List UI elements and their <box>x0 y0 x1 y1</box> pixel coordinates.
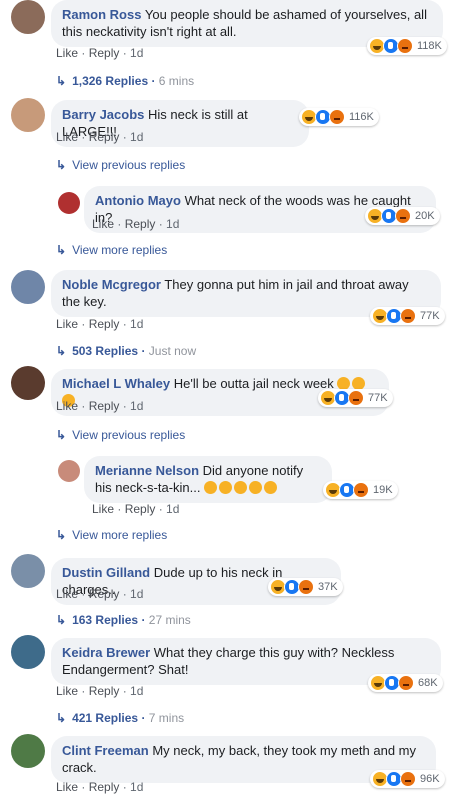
replies-link[interactable]: ↳ 421 Replies · 7 mins <box>56 711 184 725</box>
angry-icon <box>397 38 413 54</box>
commenter-name[interactable]: Keidra Brewer <box>62 645 150 660</box>
replies-link[interactable]: ↳ 163 Replies · 27 mins <box>56 613 191 627</box>
avatar[interactable] <box>58 192 80 214</box>
laughing-emoji-icon <box>219 481 233 494</box>
timestamp[interactable]: 1d <box>130 587 143 601</box>
reactions-badge[interactable]: 118K <box>367 37 447 55</box>
timestamp[interactable]: 1d <box>166 217 179 231</box>
reply-link[interactable]: Reply <box>125 217 156 231</box>
avatar[interactable] <box>11 0 45 34</box>
comment-actions: Like · Reply · 1d <box>56 684 144 698</box>
avatar[interactable] <box>11 366 45 400</box>
timestamp[interactable]: 1d <box>130 317 143 331</box>
reactions-badge[interactable]: 37K <box>268 578 343 596</box>
angry-icon <box>400 308 416 324</box>
comment-actions: Like · Reply · 1d <box>56 780 144 794</box>
angry-icon <box>298 579 314 595</box>
comment-actions: Like · Reply · 1d <box>92 502 180 516</box>
angry-icon <box>400 771 416 787</box>
timestamp[interactable]: 1d <box>166 502 179 516</box>
reply-arrow-icon: ↳ <box>56 528 67 542</box>
reply-arrow-icon: ↳ <box>56 74 67 88</box>
avatar[interactable] <box>11 734 45 768</box>
reply-arrow-icon: ↳ <box>56 344 67 358</box>
like-link[interactable]: Like <box>92 502 114 516</box>
timestamp[interactable]: 1d <box>130 46 143 60</box>
reactions-badge[interactable]: 116K <box>299 108 379 126</box>
commenter-name[interactable]: Michael L Whaley <box>62 376 170 391</box>
like-link[interactable]: Like <box>56 46 78 60</box>
view-previous-replies-link[interactable]: ↳ View previous replies <box>56 428 185 442</box>
like-link[interactable]: Like <box>56 587 78 601</box>
reactions-badge[interactable]: 96K <box>370 770 445 788</box>
like-link[interactable]: Like <box>92 217 114 231</box>
commenter-name[interactable]: Antonio Mayo <box>95 193 181 208</box>
view-more-replies-link[interactable]: ↳ View more replies <box>56 243 167 257</box>
like-link[interactable]: Like <box>56 130 78 144</box>
view-more-replies-link[interactable]: ↳ View more replies <box>56 528 167 542</box>
angry-icon <box>353 482 369 498</box>
reply-link[interactable]: Reply <box>125 502 156 516</box>
laughing-emoji-icon <box>264 481 278 494</box>
avatar[interactable] <box>11 270 45 304</box>
timestamp[interactable]: 1d <box>130 130 143 144</box>
reply-link[interactable]: Reply <box>89 46 120 60</box>
reactions-badge[interactable]: 68K <box>368 674 443 692</box>
like-link[interactable]: Like <box>56 684 78 698</box>
reply-link[interactable]: Reply <box>89 399 120 413</box>
commenter-name[interactable]: Ramon Ross <box>62 7 141 22</box>
avatar[interactable] <box>11 98 45 132</box>
avatar[interactable] <box>11 635 45 669</box>
angry-icon <box>395 208 411 224</box>
like-link[interactable]: Like <box>56 780 78 794</box>
commenter-name[interactable]: Barry Jacobs <box>62 107 144 122</box>
reply-link[interactable]: Reply <box>89 130 120 144</box>
comment-actions: Like · Reply · 1d <box>56 130 144 144</box>
reactions-badge[interactable]: 19K <box>323 481 398 499</box>
reply-link[interactable]: Reply <box>89 780 120 794</box>
timestamp[interactable]: 1d <box>130 684 143 698</box>
commenter-name[interactable]: Noble Mcgregor <box>62 277 161 292</box>
laughing-emoji-icon <box>234 481 248 494</box>
avatar[interactable] <box>11 554 45 588</box>
angry-icon <box>398 675 414 691</box>
comment-actions: Like · Reply · 1d <box>56 399 144 413</box>
like-link[interactable]: Like <box>56 317 78 331</box>
angry-icon <box>329 109 345 125</box>
comment-actions: Like · Reply · 1d <box>56 587 144 601</box>
reply-arrow-icon: ↳ <box>56 428 67 442</box>
avatar[interactable] <box>58 460 80 482</box>
replies-link[interactable]: ↳ 1,326 Replies · 6 mins <box>56 74 194 88</box>
reply-link[interactable]: Reply <box>89 317 120 331</box>
commenter-name[interactable]: Merianne Nelson <box>95 463 199 478</box>
laughing-emoji-icon <box>204 481 218 494</box>
reply-link[interactable]: Reply <box>89 684 120 698</box>
reply-link[interactable]: Reply <box>89 587 120 601</box>
commenter-name[interactable]: Clint Freeman <box>62 743 149 758</box>
replies-link[interactable]: ↳ 503 Replies · Just now <box>56 344 196 358</box>
angry-icon <box>348 390 364 406</box>
comment-actions: Like · Reply · 1d <box>92 217 180 231</box>
comment-bubble: Merianne Nelson Did anyone notify his ne… <box>84 456 332 503</box>
reactions-badge[interactable]: 20K <box>365 207 440 225</box>
comment-text: He'll be outta jail neck week <box>173 376 334 391</box>
reply-arrow-icon: ↳ <box>56 243 67 257</box>
like-link[interactable]: Like <box>56 399 78 413</box>
reply-arrow-icon: ↳ <box>56 613 67 627</box>
timestamp[interactable]: 1d <box>130 780 143 794</box>
timestamp[interactable]: 1d <box>130 399 143 413</box>
commenter-name[interactable]: Dustin Gilland <box>62 565 150 580</box>
reply-arrow-icon: ↳ <box>56 711 67 725</box>
reactions-badge[interactable]: 77K <box>318 389 393 407</box>
view-previous-replies-link[interactable]: ↳ View previous replies <box>56 158 185 172</box>
comment-actions: Like · Reply · 1d <box>56 317 144 331</box>
comment-actions: Like · Reply · 1d <box>56 46 144 60</box>
reply-arrow-icon: ↳ <box>56 158 67 172</box>
laughing-emoji-icon <box>249 481 263 494</box>
reactions-badge[interactable]: 77K <box>370 307 445 325</box>
